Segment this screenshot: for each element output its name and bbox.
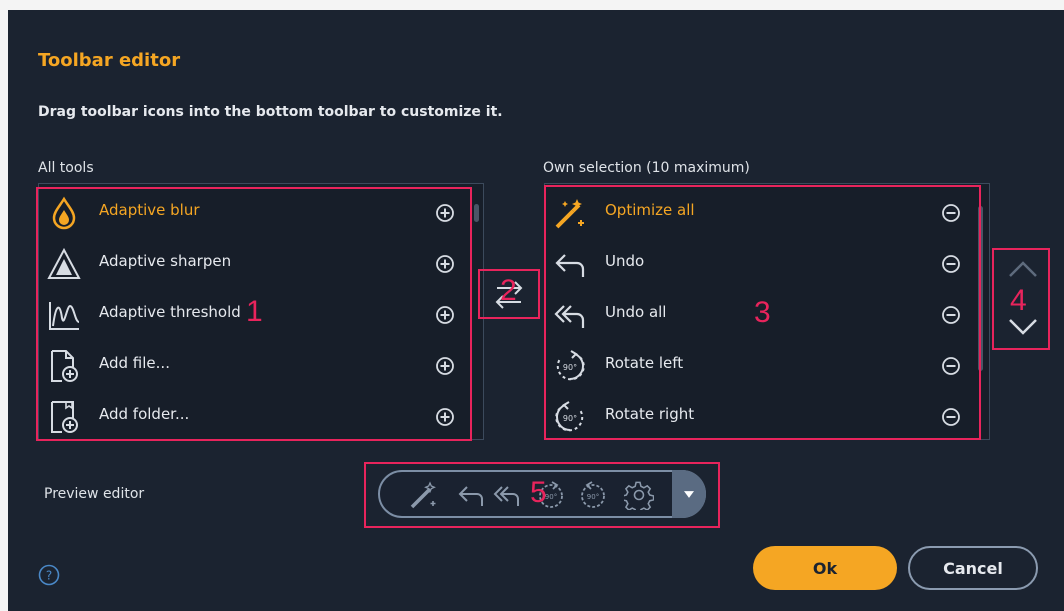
remove-icon[interactable] [941,407,961,427]
gear-icon[interactable] [621,480,655,515]
annotation-number: 4 [1010,284,1027,317]
triangle-icon [47,247,81,281]
ok-button[interactable]: Ok [753,546,897,590]
add-icon[interactable] [435,407,455,427]
annotation-number: 5 [530,476,547,509]
toolbar-editor-dialog: Toolbar editor Drag toolbar icons into t… [8,10,1064,611]
preview-editor-label: Preview editor [44,486,145,502]
scrollbar[interactable] [474,204,479,222]
list-item[interactable]: Adaptive sharpen [39,239,483,290]
scrollbar[interactable] [978,206,983,371]
item-label: Adaptive blur [99,201,200,219]
item-label: Adaptive sharpen [99,252,232,270]
chevron-down-icon [1009,319,1037,335]
undo-icon [553,247,587,281]
undo-all-icon[interactable] [492,480,522,510]
item-label: Undo [605,252,645,270]
file-add-icon [47,349,81,383]
svg-text:90°: 90° [563,363,577,372]
item-label: Undo all [605,303,667,321]
magic-wand-icon[interactable] [408,480,438,510]
own-selection-label: Own selection (10 maximum) [543,160,750,176]
all-tools-label: All tools [38,160,94,176]
item-label: Optimize all [605,201,695,219]
list-item[interactable]: Undo [545,239,989,290]
drop-icon [47,196,81,230]
list-item[interactable]: 90° Rotate right [545,392,989,439]
annotation-number: 2 [500,274,517,307]
add-icon[interactable] [435,203,455,223]
folder-add-icon [47,400,81,434]
add-icon[interactable] [435,356,455,376]
undo-icon[interactable] [456,480,486,510]
rotate-right-icon: 90° [553,400,587,434]
remove-icon[interactable] [941,203,961,223]
remove-icon[interactable] [941,356,961,376]
add-icon[interactable] [435,305,455,325]
chevron-up-icon [1009,261,1037,277]
svg-text:90°: 90° [563,414,577,423]
undo-all-icon [553,298,587,332]
item-label: Rotate left [605,354,684,372]
caret-down-icon [684,490,694,498]
item-label: Add folder... [99,405,190,423]
list-item[interactable]: Adaptive blur [39,188,483,239]
dialog-subtitle: Drag toolbar icons into the bottom toolb… [38,104,503,120]
remove-icon[interactable] [941,254,961,274]
item-label: Rotate right [605,405,695,423]
toolbar-dropdown[interactable] [672,470,706,518]
add-icon[interactable] [435,254,455,274]
rotate-right-icon[interactable]: 90° [578,480,608,510]
dialog-title: Toolbar editor [38,50,181,71]
svg-text:?: ? [46,569,52,583]
magic-wand-icon [553,196,587,230]
item-label: Adaptive threshold [99,303,241,321]
annotation-number: 1 [246,295,263,328]
list-item[interactable]: Add folder... [39,392,483,439]
list-item[interactable]: Add file... [39,341,483,392]
rotate-left-icon: 90° [553,349,587,383]
cancel-button[interactable]: Cancel [908,546,1038,590]
help-icon[interactable]: ? [38,564,60,586]
svg-text:90°: 90° [587,493,599,501]
item-label: Add file... [99,354,170,372]
annotation-number: 3 [754,296,771,329]
list-item[interactable]: Optimize all [545,188,989,239]
wave-icon [47,298,81,332]
remove-icon[interactable] [941,305,961,325]
list-item[interactable]: 90° Rotate left [545,341,989,392]
